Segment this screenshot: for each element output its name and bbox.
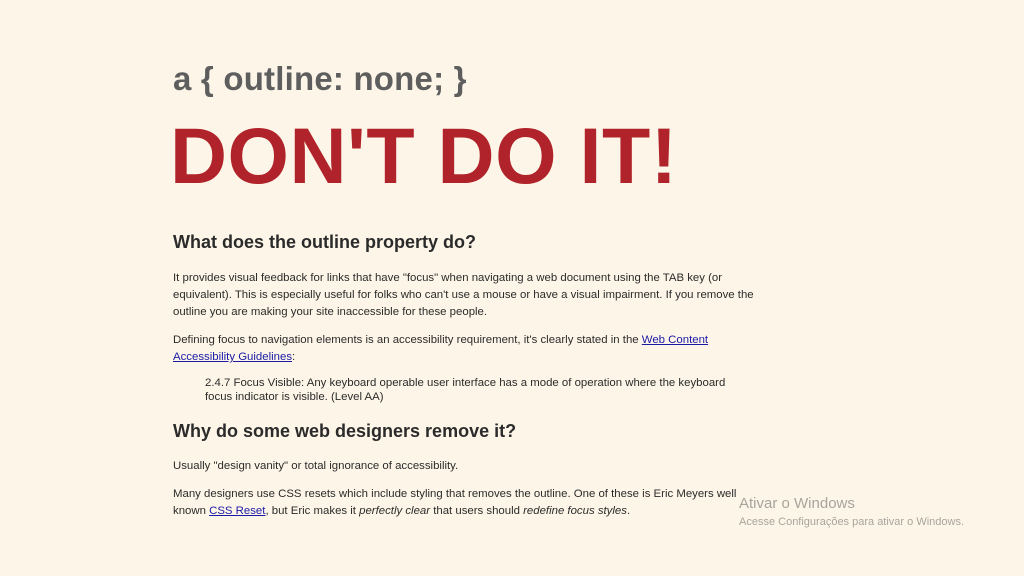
- paragraph-requirement-text: Defining focus to navigation elements is…: [173, 334, 642, 346]
- css-reset-link[interactable]: CSS Reset: [209, 505, 265, 517]
- paragraph-css-reset-text-4: .: [626, 505, 631, 517]
- windows-activation-watermark: Ativar o Windows Acesse Configurações pa…: [739, 494, 964, 529]
- section-heading-why-remove: Why do some web designers remove it?: [173, 421, 517, 441]
- section-heading-outline-property: What does the outline property do?: [173, 232, 476, 252]
- paragraph-css-reset: Many designers use CSS resets which incl…: [173, 486, 768, 520]
- paragraph-feedback: It provides visual feedback for links th…: [173, 272, 754, 318]
- paragraph-css-reset-text-3: that users should: [430, 505, 524, 517]
- warning-headline: DON'T DO IT!: [170, 111, 678, 200]
- paragraph-requirement-colon: :: [292, 351, 296, 363]
- wcag-quote: 2.4.7 Focus Visible: Any keyboard operab…: [205, 377, 726, 403]
- code-title: a { outline: none; }: [173, 60, 467, 97]
- paragraph-requirement: Defining focus to navigation elements is…: [173, 332, 768, 366]
- watermark-title: Ativar o Windows: [739, 495, 855, 512]
- paragraph-vanity: Usually "design vanity" or total ignoran…: [173, 460, 459, 472]
- paragraph-css-reset-text-2: , but Eric makes it: [265, 505, 360, 517]
- emphasis-perfectly-clear: perfectly clear: [359, 505, 431, 517]
- emphasis-redefine-focus: redefine focus styles: [523, 505, 627, 517]
- watermark-subtitle: Acesse Configurações para ativar o Windo…: [739, 516, 964, 528]
